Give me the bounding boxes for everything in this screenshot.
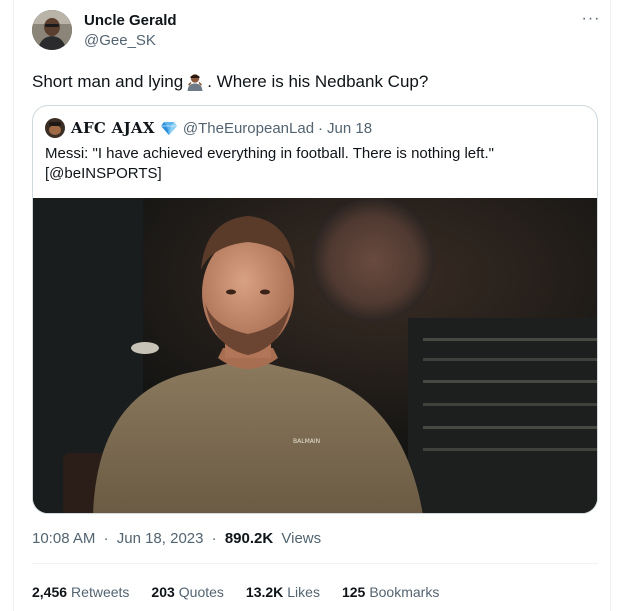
author-avatar[interactable] bbox=[32, 10, 72, 50]
tweet-text-part-1: Short man and lying bbox=[32, 72, 184, 91]
quoted-author-handle[interactable]: @TheEuropeanLad bbox=[183, 120, 314, 137]
quoted-media[interactable]: BALMAIN bbox=[33, 198, 597, 513]
video-still-image: BALMAIN bbox=[33, 198, 597, 513]
person-shrugging-emoji bbox=[185, 72, 205, 92]
quoted-tweet-header: AFC AJAX @TheEuropeanLad · Jun 18 bbox=[45, 118, 372, 138]
bookmarks-stat[interactable]: 125 Bookmarks bbox=[342, 584, 439, 600]
quoted-author-avatar[interactable] bbox=[45, 118, 65, 138]
quoted-tweet[interactable]: AFC AJAX @TheEuropeanLad · Jun 18 Messi:… bbox=[32, 105, 598, 514]
tweet-text: Short man and lying . Where is his Nedba… bbox=[32, 72, 428, 92]
author-handle[interactable]: @Gee_SK bbox=[84, 32, 156, 49]
tweet-metadata: 10:08 AM · Jun 18, 2023 · 890.2K Views bbox=[32, 530, 325, 547]
stats-divider bbox=[32, 563, 598, 564]
tweet-stats: 2,456 Retweets 203 Quotes 13.2K Likes 125 Bo… bbox=[32, 584, 461, 600]
likes-stat[interactable]: 13.2K Likes bbox=[246, 584, 320, 600]
quoted-tweet-text: Messi: "I have achieved everything in fo… bbox=[45, 145, 494, 182]
quotes-label: Quotes bbox=[178, 584, 224, 600]
avatar-image bbox=[32, 10, 72, 50]
tweet-card: Uncle Gerald @Gee_SK ··· Short man and l… bbox=[13, 0, 611, 611]
tweet-text-part-2: . Where is his Nedbank Cup? bbox=[207, 72, 429, 91]
diamond-badge-icon bbox=[160, 119, 178, 137]
bookmarks-count: 125 bbox=[341, 584, 366, 600]
retweets-stat[interactable]: 2,456 Retweets bbox=[32, 584, 129, 600]
quoted-separator: · bbox=[318, 119, 324, 137]
bookmarks-label: Bookmarks bbox=[369, 584, 440, 600]
shirt-brand-label: BALMAIN bbox=[293, 438, 320, 445]
quotes-count: 203 bbox=[151, 584, 175, 600]
date-separator: · bbox=[103, 530, 109, 547]
likes-count: 13.2K bbox=[245, 584, 284, 600]
retweets-count: 2,456 bbox=[32, 584, 68, 600]
author-name[interactable]: Uncle Gerald bbox=[84, 12, 177, 29]
retweets-label: Retweets bbox=[71, 584, 130, 600]
views-label: Views bbox=[281, 530, 322, 547]
tweet-date[interactable]: Jun 18, 2023 bbox=[117, 530, 204, 547]
ellipsis-icon: ··· bbox=[581, 10, 601, 27]
likes-label: Likes bbox=[287, 584, 320, 600]
quotes-stat[interactable]: 203 Quotes bbox=[151, 584, 224, 600]
quoted-author-name[interactable]: AFC AJAX bbox=[71, 119, 155, 137]
views-count: 890.2K bbox=[224, 530, 274, 547]
quoted-date[interactable]: Jun 18 bbox=[327, 120, 372, 137]
tweet-time[interactable]: 10:08 AM bbox=[32, 530, 95, 547]
more-options-button[interactable]: ··· bbox=[580, 8, 602, 30]
views-separator: · bbox=[211, 530, 217, 547]
